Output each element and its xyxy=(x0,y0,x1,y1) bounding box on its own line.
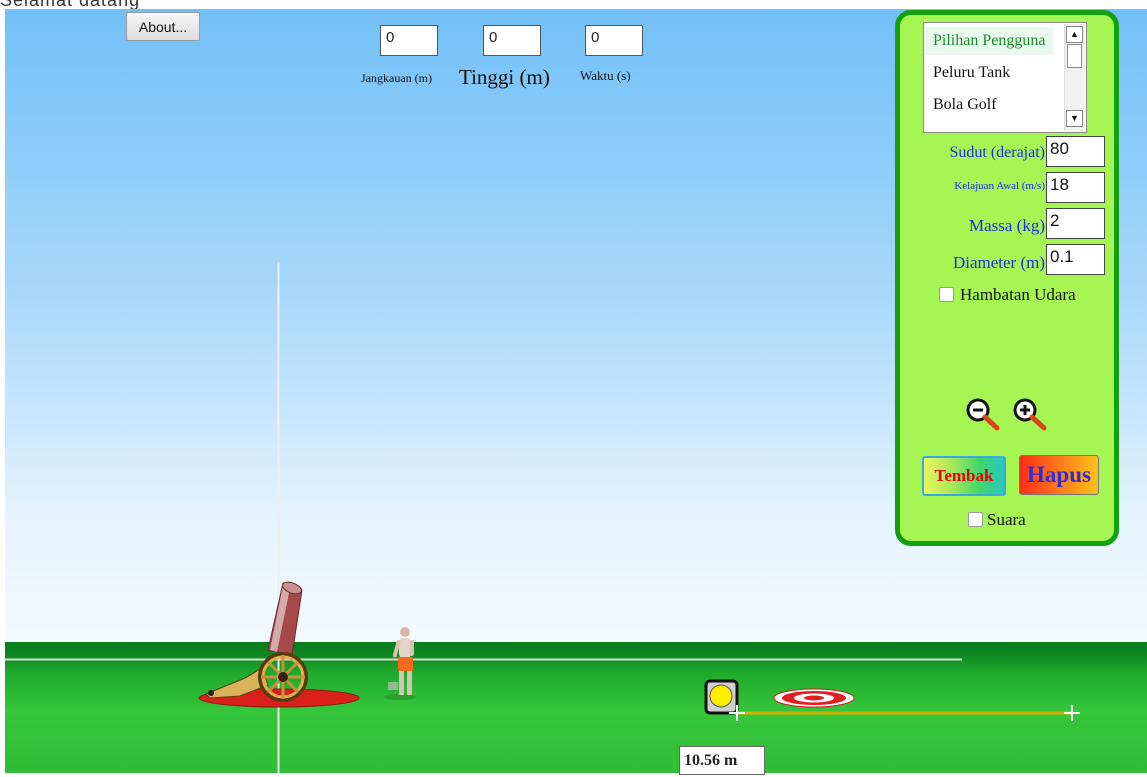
cannon-wheel xyxy=(258,652,308,702)
range-readout: 0 xyxy=(380,25,438,56)
range-label: Jangkauan (m) xyxy=(361,71,432,85)
target xyxy=(773,688,855,708)
about-button[interactable]: About... xyxy=(126,12,200,41)
speed-label: Kelajuan Awal (m/s) xyxy=(954,180,1045,192)
speed-input[interactable]: 18 xyxy=(1046,172,1105,203)
air-resistance-label: Hambatan Udara xyxy=(960,285,1076,304)
list-scrollbar[interactable]: ▲ ▼ xyxy=(1064,24,1085,131)
time-readout: 0 xyxy=(585,25,643,56)
erase-button[interactable]: Hapus xyxy=(1019,455,1099,495)
angle-input[interactable]: 80 xyxy=(1046,136,1105,167)
height-label: Tinggi (m) xyxy=(459,65,550,89)
time-label: Waktu (s) xyxy=(580,68,631,83)
projectile-list[interactable]: Pilihan Pengguna Peluru Tank Bola Golf ▲… xyxy=(923,22,1087,133)
crosshair-icon[interactable] xyxy=(1064,705,1080,721)
list-item[interactable]: Bola Golf xyxy=(925,91,1053,119)
projectile-ball[interactable] xyxy=(704,679,739,715)
person-figure xyxy=(384,627,416,700)
sound-label: Suara xyxy=(987,510,1026,529)
angle-label: Sudut (derajat) xyxy=(949,144,1045,161)
diameter-input[interactable]: 0.1 xyxy=(1046,244,1105,275)
air-resistance-checkbox[interactable] xyxy=(939,287,954,302)
diameter-label: Diameter (m) xyxy=(952,253,1045,272)
tape-measure-readout: 10.56 m xyxy=(679,746,765,775)
sound-checkbox[interactable] xyxy=(968,512,983,527)
zoom-out-icon[interactable] xyxy=(966,398,1000,431)
scroll-up-icon[interactable]: ▲ xyxy=(1066,26,1083,43)
fire-button[interactable]: Tembak xyxy=(922,456,1006,496)
list-item[interactable]: Peluru Tank xyxy=(925,59,1053,87)
scroll-thumb[interactable] xyxy=(1067,44,1082,68)
zoom-controls xyxy=(966,398,1047,431)
tape-measure[interactable] xyxy=(729,705,1080,721)
height-readout: 0 xyxy=(483,25,541,56)
zoom-in-icon[interactable] xyxy=(1013,398,1047,431)
mass-input[interactable]: 2 xyxy=(1046,208,1105,239)
mass-label: Massa (kg) xyxy=(968,216,1045,235)
list-item[interactable]: Pilihan Pengguna xyxy=(925,27,1053,55)
scroll-down-icon[interactable]: ▼ xyxy=(1066,110,1083,127)
